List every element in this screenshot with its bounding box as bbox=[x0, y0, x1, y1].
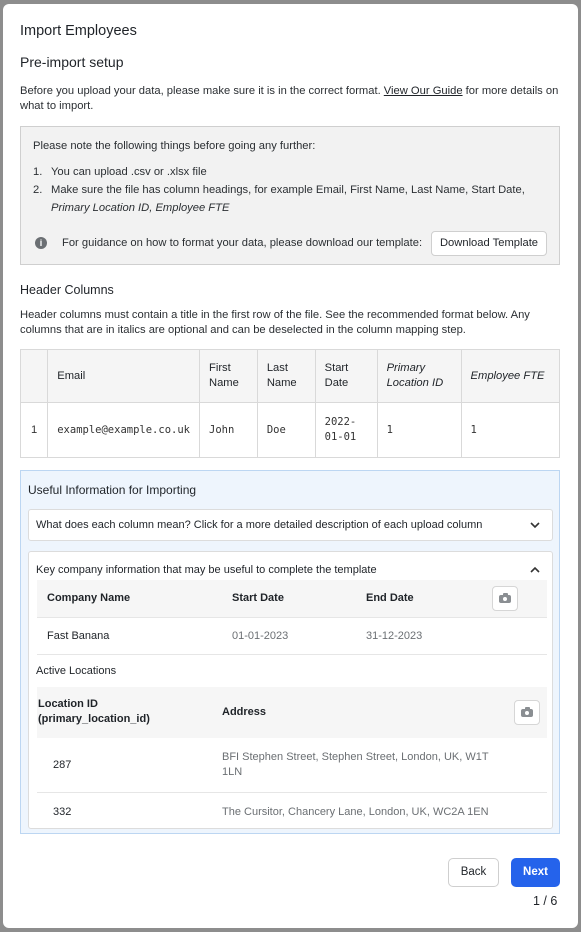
list-number: 1. bbox=[33, 166, 43, 178]
column-header-optional: Primary Location ID bbox=[376, 349, 462, 403]
accordion-label: What does each column mean? Click for a … bbox=[36, 519, 483, 531]
table-cell: 01-01-2023 bbox=[232, 630, 289, 642]
column-header: Location ID (primary_location_id) bbox=[38, 698, 150, 725]
table-header-row: Company Name Start Date End Date bbox=[37, 580, 547, 617]
column-header-optional: Employee FTE bbox=[460, 349, 561, 403]
accordion-label: Key company information that may be usef… bbox=[36, 564, 377, 576]
section-title: Pre-import setup bbox=[20, 54, 124, 70]
header-columns-table: Email First Name Last Name Start Date Pr… bbox=[19, 349, 561, 458]
useful-info-panel: Useful Information for Importing What do… bbox=[20, 470, 560, 834]
camera-icon[interactable] bbox=[492, 586, 518, 611]
table-cell: 1 bbox=[376, 402, 462, 458]
intro-before: Before you upload your data, please make… bbox=[20, 85, 384, 97]
list-text: You can upload .csv or .xlsx file bbox=[51, 166, 207, 178]
view-guide-link[interactable]: View Our Guide bbox=[384, 85, 463, 97]
table-row: 287 BFI Stephen Street, Stephen Street, … bbox=[37, 738, 547, 793]
column-header: Email bbox=[47, 349, 200, 403]
column-header: Start Date bbox=[232, 592, 284, 604]
table-cell: Doe bbox=[256, 402, 316, 458]
import-employees-modal: Import Employees Pre-import setup Before… bbox=[3, 4, 578, 928]
table-cell: example@example.co.uk bbox=[47, 402, 200, 458]
table-cell: 1 bbox=[460, 402, 561, 458]
column-header: Start Date bbox=[314, 349, 378, 403]
next-button[interactable]: Next bbox=[511, 858, 560, 887]
list-item: 2. Make sure the file has column heading… bbox=[33, 181, 525, 217]
table-cell: 31-12-2023 bbox=[366, 630, 423, 642]
notice-heading: Please note the following things before … bbox=[33, 140, 316, 152]
table-cell: BFI Stephen Street, Stephen Street, Lond… bbox=[222, 751, 489, 778]
table-row: 332 The Cursitor, Chancery Lane, London,… bbox=[37, 793, 547, 828]
active-locations-title: Active Locations bbox=[36, 665, 117, 677]
notice-box: Please note the following things before … bbox=[20, 126, 560, 265]
chevron-down-icon bbox=[530, 522, 540, 529]
column-meaning-accordion[interactable]: What does each column mean? Click for a … bbox=[28, 509, 553, 541]
table-cell: John bbox=[199, 402, 258, 458]
column-header: Address bbox=[222, 706, 267, 718]
table-cell: Fast Banana bbox=[47, 630, 110, 642]
company-info-accordion[interactable]: Key company information that may be usef… bbox=[28, 551, 553, 829]
intro-text: Before you upload your data, please make… bbox=[20, 84, 565, 114]
table-row: 1 example@example.co.uk John Doe 2022-01… bbox=[19, 402, 561, 458]
table-header-row: Location ID (primary_location_id) Addres… bbox=[37, 687, 547, 738]
page-indicator: 1 / 6 bbox=[533, 894, 558, 908]
guidance-text: For guidance on how to format your data,… bbox=[62, 237, 423, 249]
column-header: First Name bbox=[199, 349, 258, 403]
list-item: 1. You can upload .csv or .xlsx file bbox=[33, 163, 525, 181]
header-columns-title: Header Columns bbox=[20, 283, 114, 297]
table-cell: 2022-01-01 bbox=[314, 402, 378, 458]
list-text: Make sure the file has column headings, … bbox=[51, 184, 525, 196]
download-template-button[interactable]: Download Template bbox=[431, 231, 547, 256]
notice-list: 1. You can upload .csv or .xlsx file 2. … bbox=[33, 163, 525, 217]
camera-icon[interactable] bbox=[514, 700, 540, 725]
info-icon: i bbox=[35, 237, 47, 249]
guidance-row: i For guidance on how to format your dat… bbox=[33, 231, 548, 256]
table-cell: 332 bbox=[53, 806, 72, 818]
list-number: 2. bbox=[33, 184, 43, 196]
table-row: Fast Banana 01-01-2023 31-12-2023 bbox=[37, 617, 547, 655]
column-header bbox=[19, 349, 49, 403]
useful-info-title: Useful Information for Importing bbox=[28, 483, 197, 497]
chevron-up-icon[interactable] bbox=[528, 563, 542, 577]
column-header: Company Name bbox=[47, 592, 131, 604]
header-columns-description: Header columns must contain a title in t… bbox=[20, 309, 530, 336]
table-cell: The Cursitor, Chancery Lane, London, UK,… bbox=[222, 806, 489, 818]
company-table: Company Name Start Date End Date Fast Ba… bbox=[37, 580, 547, 655]
back-button[interactable]: Back bbox=[448, 858, 499, 887]
table-header-row: Email First Name Last Name Start Date Pr… bbox=[19, 349, 561, 403]
list-text-italic: Primary Location ID, Employee FTE bbox=[51, 202, 230, 214]
column-header: End Date bbox=[366, 592, 414, 604]
locations-table: Location ID (primary_location_id) Addres… bbox=[37, 687, 547, 828]
table-cell: 1 bbox=[19, 402, 49, 458]
table-cell: 287 bbox=[53, 759, 72, 771]
column-header: Last Name bbox=[256, 349, 316, 403]
modal-title: Import Employees bbox=[20, 23, 137, 39]
